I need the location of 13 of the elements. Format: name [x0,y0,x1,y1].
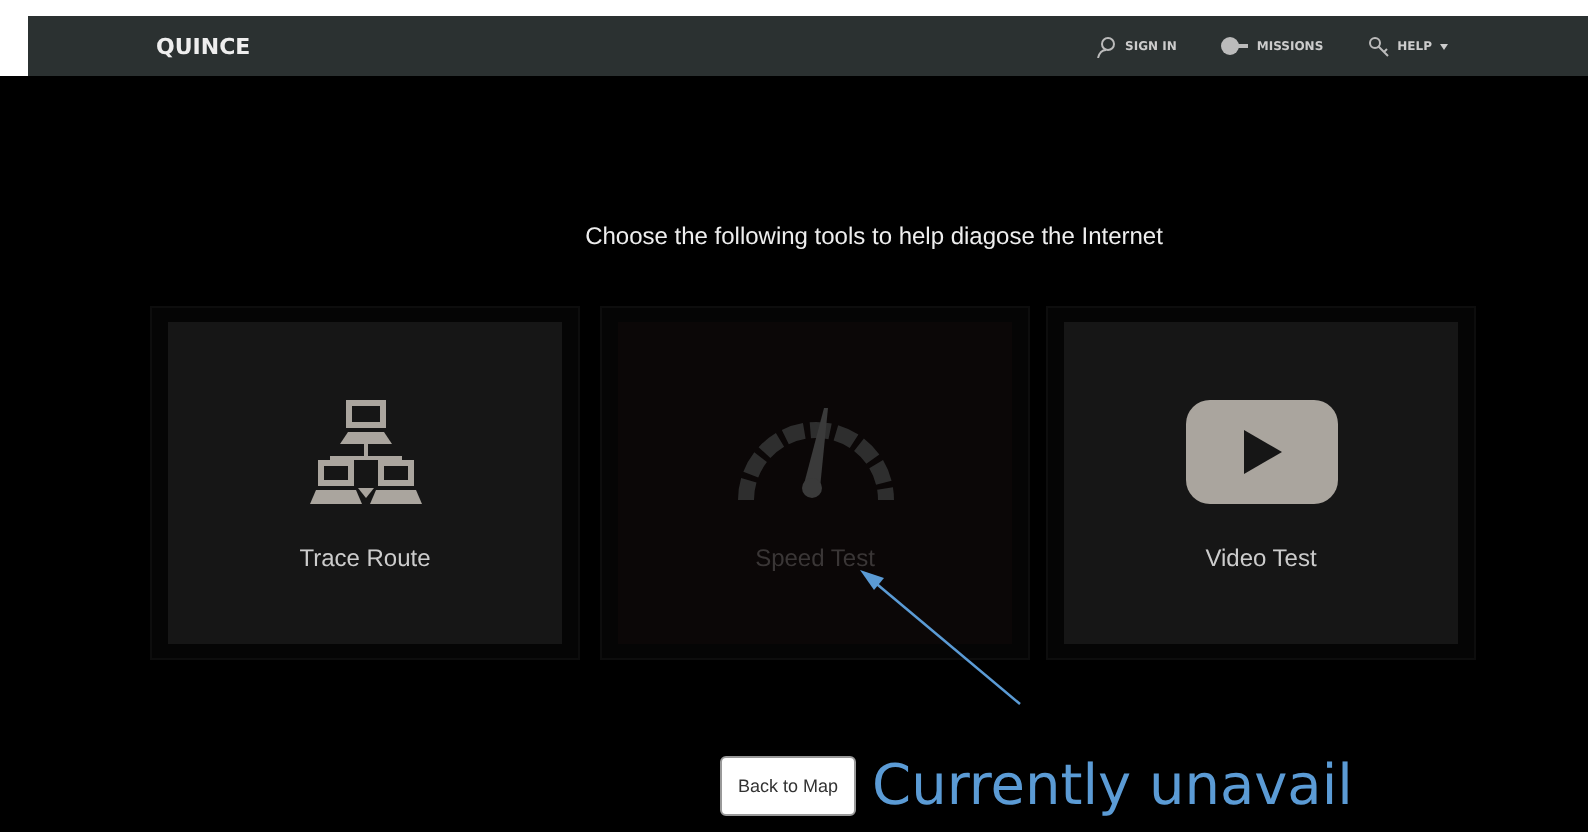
tool-card[interactable]: Trace Route [168,322,562,644]
back-to-map-button[interactable]: Back to Map [720,755,857,815]
network-icon [309,400,421,504]
annotation-text: Currently unavail [872,752,1353,818]
tool-label: Video Test [1205,544,1317,572]
brand-logo[interactable]: QUINCE [156,33,251,59]
tool-label: Trace Route [299,544,431,572]
gauge-icon [737,404,893,504]
user-icon [1095,35,1118,57]
search-icon [1367,35,1390,57]
tool-card[interactable]: Video Test [1064,322,1458,644]
play-icon [1185,400,1337,504]
page-heading: Choose the following tools to help diagose the Internet [583,220,1165,250]
